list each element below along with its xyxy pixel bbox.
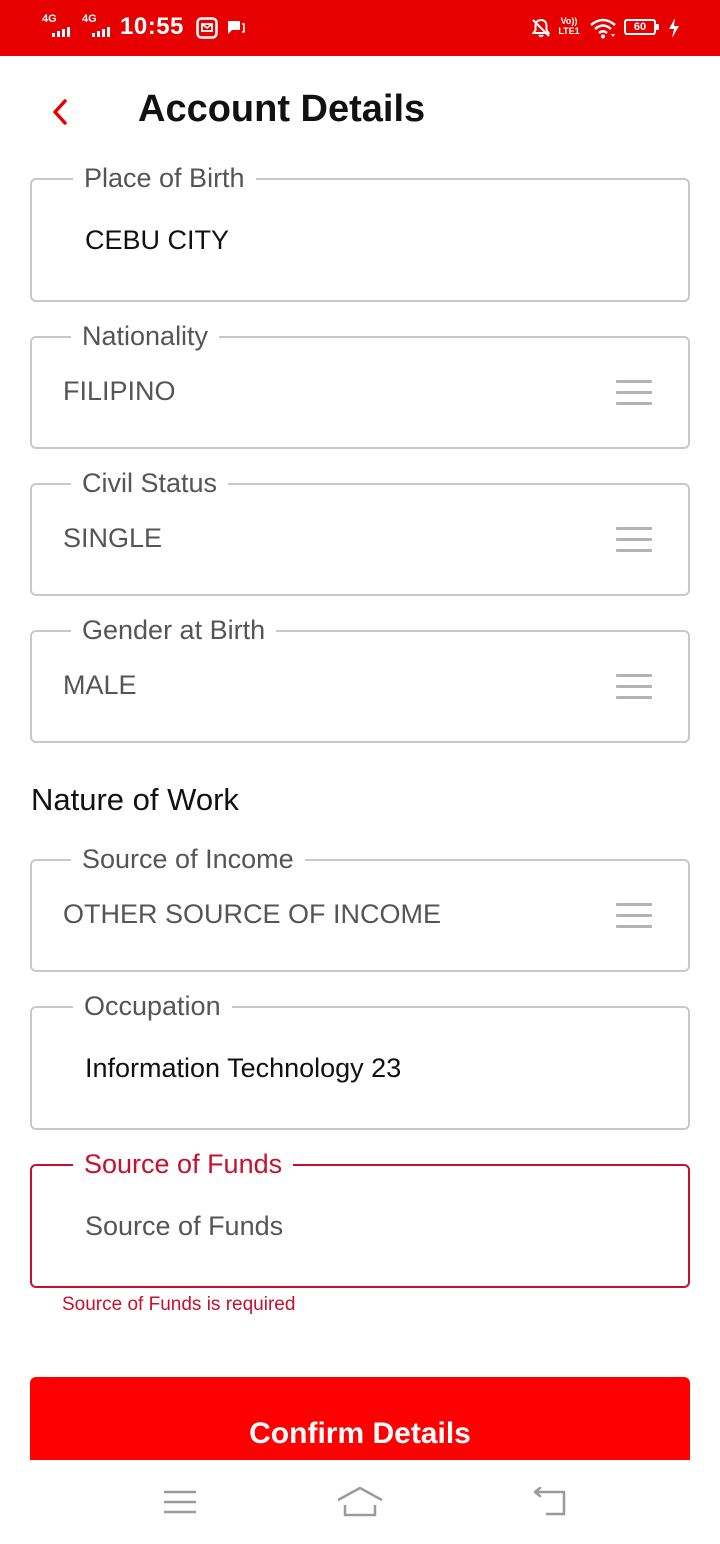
page-title: Account Details xyxy=(138,88,426,130)
gender-at-birth-value: MALE xyxy=(63,670,137,700)
civil-status-label: Civil Status xyxy=(71,466,229,500)
nationality-select[interactable]: Nationality FILIPINO xyxy=(30,319,690,449)
back-button[interactable] xyxy=(40,92,80,132)
chat-icon xyxy=(228,21,245,34)
source-of-income-select[interactable]: Source of Income OTHER SOURCE OF INCOME xyxy=(30,842,690,972)
volte-label: Vo)) xyxy=(560,16,578,26)
status-time: 10:55 xyxy=(120,13,184,40)
back-icon xyxy=(533,1487,566,1516)
place-of-birth-field[interactable]: Place of Birth CEBU CITY xyxy=(30,161,690,302)
civil-status-value: SINGLE xyxy=(63,523,163,553)
source-of-funds-field[interactable]: Source of Funds Source of Funds xyxy=(30,1147,690,1288)
menu-icon xyxy=(164,1490,196,1514)
charging-icon xyxy=(669,18,679,38)
place-of-birth-value[interactable]: CEBU CITY xyxy=(85,223,229,257)
nature-of-work-heading: Nature of Work xyxy=(31,782,239,817)
menu-icon[interactable] xyxy=(616,674,652,700)
back-nav-button[interactable] xyxy=(520,1482,580,1522)
source-of-income-label: Source of Income xyxy=(71,842,305,876)
nationality-value: FILIPINO xyxy=(63,376,176,406)
home-icon xyxy=(337,1486,383,1517)
occupation-field[interactable]: Occupation Information Technology 23 xyxy=(30,989,690,1130)
system-nav-bar xyxy=(0,1460,720,1544)
occupation-value[interactable]: Information Technology 23 xyxy=(85,1051,401,1085)
menu-icon[interactable] xyxy=(616,380,652,406)
signal-icon xyxy=(92,27,110,37)
source-of-funds-input[interactable]: Source of Funds xyxy=(85,1209,283,1243)
place-of-birth-label: Place of Birth xyxy=(73,161,256,195)
chevron-left-icon xyxy=(53,99,67,125)
source-of-funds-label: Source of Funds xyxy=(73,1147,294,1181)
volte-icon: Vo)) LTE1 xyxy=(557,16,581,36)
signal-icon xyxy=(52,27,70,37)
status-bar: 4G 4G 10:55 Vo)) LTE1 60 xyxy=(0,0,720,56)
network-type-1: 4G xyxy=(42,13,57,25)
occupation-label: Occupation xyxy=(73,989,232,1023)
gender-at-birth-label: Gender at Birth xyxy=(71,613,277,647)
mute-bell-icon xyxy=(531,18,551,38)
source-of-funds-error: Source of Funds is required xyxy=(62,1294,296,1315)
nationality-label: Nationality xyxy=(71,319,220,353)
recent-apps-button[interactable] xyxy=(150,1482,210,1522)
menu-icon[interactable] xyxy=(616,527,652,553)
message-icon xyxy=(196,17,218,39)
civil-status-select[interactable]: Civil Status SINGLE xyxy=(30,466,690,596)
menu-icon[interactable] xyxy=(616,903,652,929)
network-type-2: 4G xyxy=(82,13,97,25)
battery-icon: 60 xyxy=(624,19,659,35)
confirm-details-button[interactable]: Confirm Details xyxy=(30,1377,690,1460)
gender-at-birth-select[interactable]: Gender at Birth MALE xyxy=(30,613,690,743)
home-button[interactable] xyxy=(330,1482,390,1522)
source-of-income-value: OTHER SOURCE OF INCOME xyxy=(63,899,442,929)
lte-label: LTE1 xyxy=(558,26,580,36)
wifi-icon xyxy=(590,18,616,39)
